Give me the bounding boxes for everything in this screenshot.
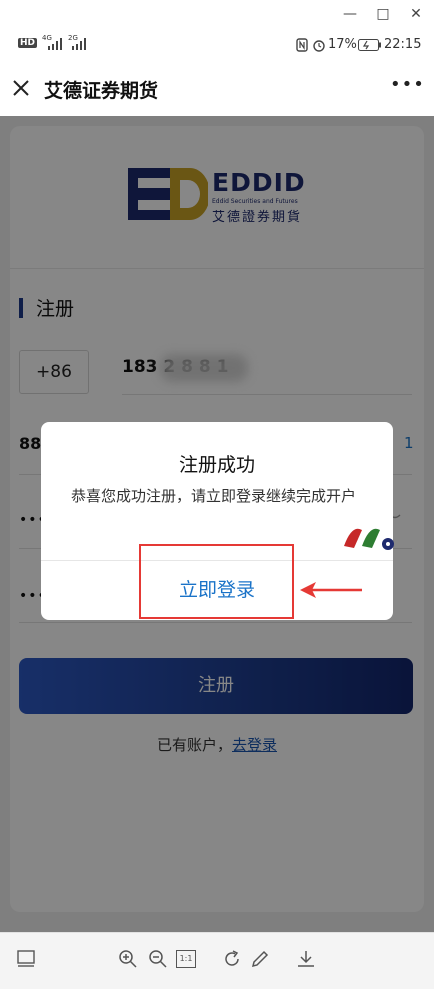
highlight-box xyxy=(139,544,294,619)
viewer-toolbar: 1:1 xyxy=(0,932,434,989)
signal-icon xyxy=(48,38,62,50)
watermark-logo-icon xyxy=(344,528,394,550)
close-icon[interactable] xyxy=(12,79,30,97)
dialog-message: 恭喜您成功注册，请立即登录继续完成开户 xyxy=(71,487,357,505)
nfc-icon xyxy=(296,38,308,52)
clock: 22:15 xyxy=(384,37,422,52)
battery-charging-icon xyxy=(358,39,381,51)
rotate-icon[interactable] xyxy=(220,947,244,971)
actual-size-icon[interactable]: 1:1 xyxy=(176,950,196,968)
zoom-in-icon[interactable] xyxy=(116,947,140,971)
battery-percent: 17% xyxy=(328,37,357,52)
dialog-title: 注册成功 xyxy=(178,454,255,476)
status-bar: HD 4G 2G 17% 22:15 xyxy=(0,30,434,60)
minimize-button[interactable]: — xyxy=(338,4,362,24)
edit-icon[interactable] xyxy=(248,947,272,971)
more-options-icon[interactable]: ••• xyxy=(390,74,425,95)
hd-badge: HD xyxy=(18,38,38,48)
app-header: 艾德证券期货 ••• xyxy=(0,60,434,116)
maximize-button[interactable]: □ xyxy=(371,4,395,24)
zoom-out-icon[interactable] xyxy=(146,947,170,971)
panel-icon[interactable] xyxy=(14,947,38,971)
close-window-button[interactable]: ✕ xyxy=(404,4,428,24)
download-icon[interactable] xyxy=(294,947,318,971)
arrow-icon xyxy=(300,582,362,598)
window-titlebar: — □ ✕ xyxy=(0,0,434,30)
signal-icon xyxy=(72,38,86,50)
alarm-icon xyxy=(313,40,325,52)
page-title: 艾德证券期货 xyxy=(44,80,159,102)
